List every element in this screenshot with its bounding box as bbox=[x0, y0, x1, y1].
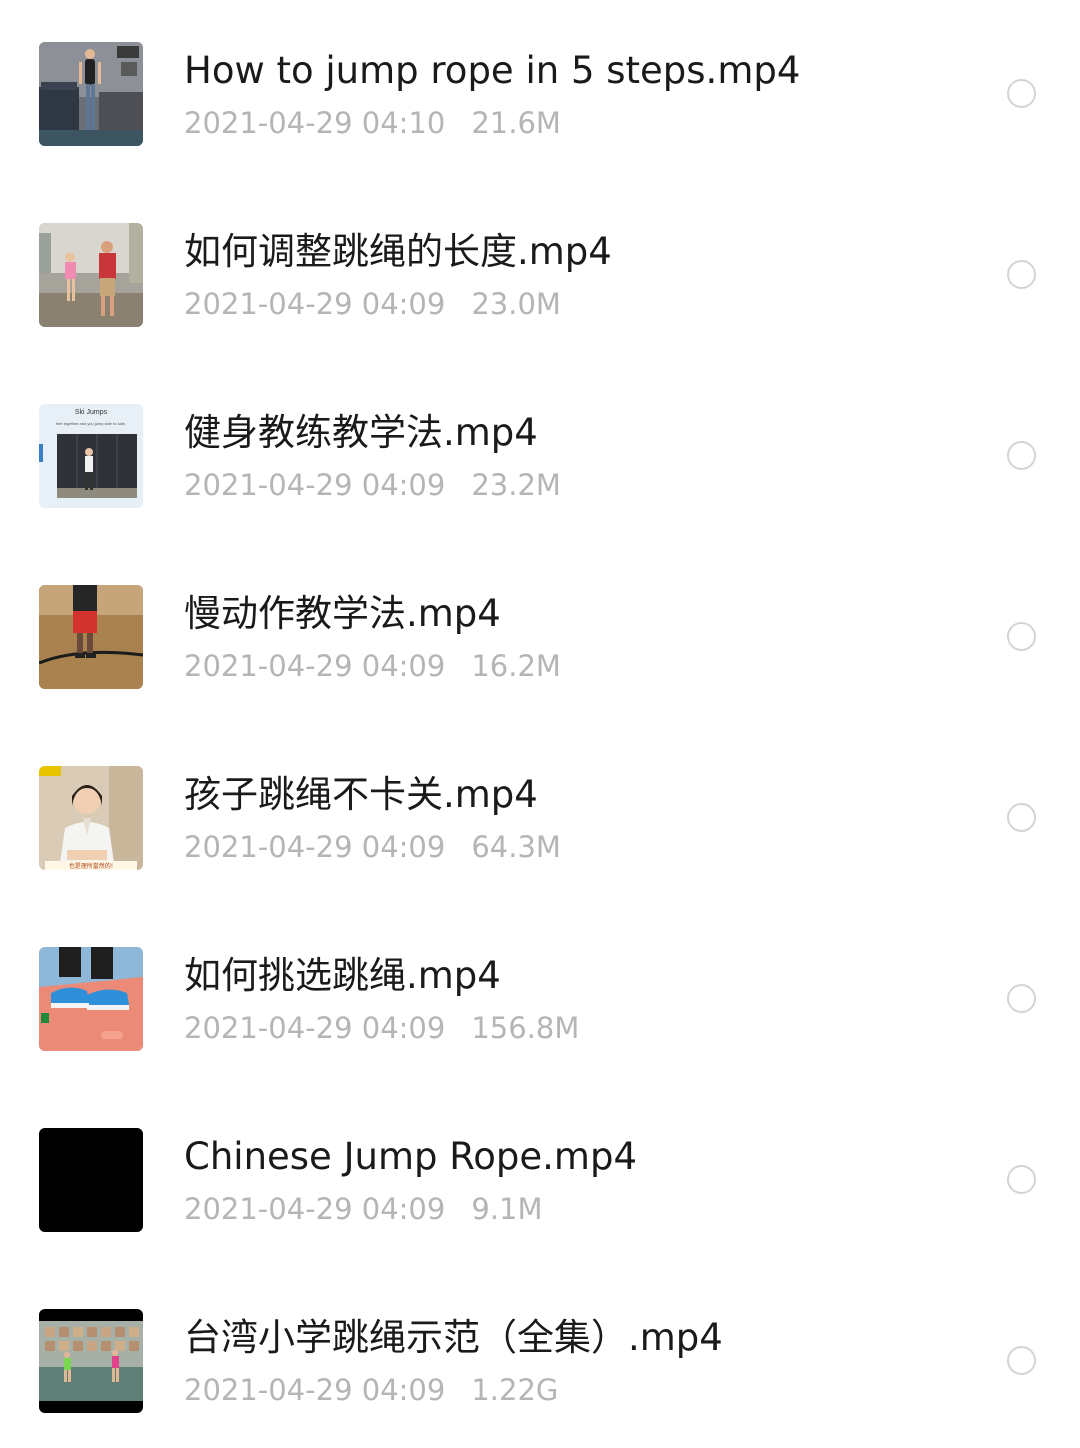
video-thumbnail-icon bbox=[39, 1309, 143, 1413]
file-date: 2021-04-29 04:09 bbox=[184, 1373, 446, 1407]
file-date: 2021-04-29 04:09 bbox=[184, 649, 446, 683]
video-thumbnail-icon bbox=[39, 585, 143, 689]
video-thumbnail-icon bbox=[39, 947, 143, 1051]
file-name: 台湾小学跳绳示范（全集）.mp4 bbox=[184, 1316, 723, 1359]
file-date: 2021-04-29 04:09 bbox=[184, 468, 446, 502]
file-size: 9.1M bbox=[471, 1192, 543, 1226]
file-list-item[interactable]: 台湾小学跳绳示范（全集）.mp4 2021-04-29 04:09 1.22G bbox=[0, 1267, 1080, 1448]
video-thumbnail-icon bbox=[39, 42, 143, 146]
file-date: 2021-04-29 04:10 bbox=[184, 106, 446, 140]
file-meta: 2021-04-29 04:09 9.1M bbox=[184, 1190, 542, 1228]
file-name: 慢动作教学法.mp4 bbox=[184, 592, 501, 635]
file-meta: 2021-04-29 04:09 16.2M bbox=[184, 647, 561, 685]
file-name: 如何调整跳绳的长度.mp4 bbox=[184, 230, 612, 273]
file-list-item[interactable]: Ski Jumps feet together and you jump sid… bbox=[0, 362, 1080, 543]
file-list-item[interactable]: 慢动作教学法.mp4 2021-04-29 04:09 16.2M bbox=[0, 543, 1080, 724]
file-size: 1.22G bbox=[471, 1373, 559, 1407]
file-date: 2021-04-29 04:09 bbox=[184, 830, 446, 864]
file-name: Chinese Jump Rope.mp4 bbox=[184, 1135, 637, 1178]
file-size: 156.8M bbox=[471, 1011, 580, 1045]
file-date: 2021-04-29 04:09 bbox=[184, 1192, 446, 1226]
file-name: 健身教练教学法.mp4 bbox=[184, 411, 538, 454]
file-size: 23.2M bbox=[471, 468, 561, 502]
file-size: 64.3M bbox=[471, 830, 561, 864]
thumbnail-caption: feet together and you jump side to side. bbox=[56, 421, 126, 426]
file-size: 21.6M bbox=[471, 106, 561, 140]
file-list-item[interactable]: 也是理所當然的! 孩子跳绳不卡关.mp4 2021-04-29 04:09 64.… bbox=[0, 724, 1080, 905]
video-thumbnail-icon: Ski Jumps feet together and you jump sid… bbox=[39, 404, 143, 508]
thumbnail-title: Ski Jumps bbox=[75, 409, 108, 416]
select-radio-icon[interactable] bbox=[1007, 984, 1036, 1013]
file-list: How to jump rope in 5 steps.mp4 2021-04-… bbox=[0, 0, 1080, 1443]
select-radio-icon[interactable] bbox=[1007, 1346, 1036, 1375]
video-thumbnail-icon bbox=[39, 1128, 143, 1232]
file-list-item[interactable]: 如何挑选跳绳.mp4 2021-04-29 04:09 156.8M bbox=[0, 905, 1080, 1086]
select-radio-icon[interactable] bbox=[1007, 1165, 1036, 1194]
file-meta: 2021-04-29 04:09 64.3M bbox=[184, 828, 561, 866]
video-thumbnail-icon bbox=[39, 223, 143, 327]
file-date: 2021-04-29 04:09 bbox=[184, 1011, 446, 1045]
file-name: 孩子跳绳不卡关.mp4 bbox=[184, 773, 538, 816]
thumbnail-subtitle: 也是理所當然的! bbox=[69, 862, 113, 870]
file-size: 16.2M bbox=[471, 649, 561, 683]
select-radio-icon[interactable] bbox=[1007, 260, 1036, 289]
file-meta: 2021-04-29 04:09 23.0M bbox=[184, 285, 561, 323]
select-radio-icon[interactable] bbox=[1007, 803, 1036, 832]
file-size: 23.0M bbox=[471, 287, 561, 321]
file-list-item[interactable]: 如何调整跳绳的长度.mp4 2021-04-29 04:09 23.0M bbox=[0, 181, 1080, 362]
file-name: How to jump rope in 5 steps.mp4 bbox=[184, 49, 801, 92]
file-date: 2021-04-29 04:09 bbox=[184, 287, 446, 321]
select-radio-icon[interactable] bbox=[1007, 622, 1036, 651]
file-meta: 2021-04-29 04:09 1.22G bbox=[184, 1371, 558, 1409]
file-list-item[interactable]: Chinese Jump Rope.mp4 2021-04-29 04:09 9.… bbox=[0, 1086, 1080, 1267]
file-meta: 2021-04-29 04:10 21.6M bbox=[184, 104, 561, 142]
select-radio-icon[interactable] bbox=[1007, 441, 1036, 470]
file-meta: 2021-04-29 04:09 23.2M bbox=[184, 466, 561, 504]
file-list-item[interactable]: How to jump rope in 5 steps.mp4 2021-04-… bbox=[0, 0, 1080, 181]
file-name: 如何挑选跳绳.mp4 bbox=[184, 954, 501, 997]
file-meta: 2021-04-29 04:09 156.8M bbox=[184, 1009, 579, 1047]
video-thumbnail-icon: 也是理所當然的! bbox=[39, 766, 143, 870]
select-radio-icon[interactable] bbox=[1007, 79, 1036, 108]
